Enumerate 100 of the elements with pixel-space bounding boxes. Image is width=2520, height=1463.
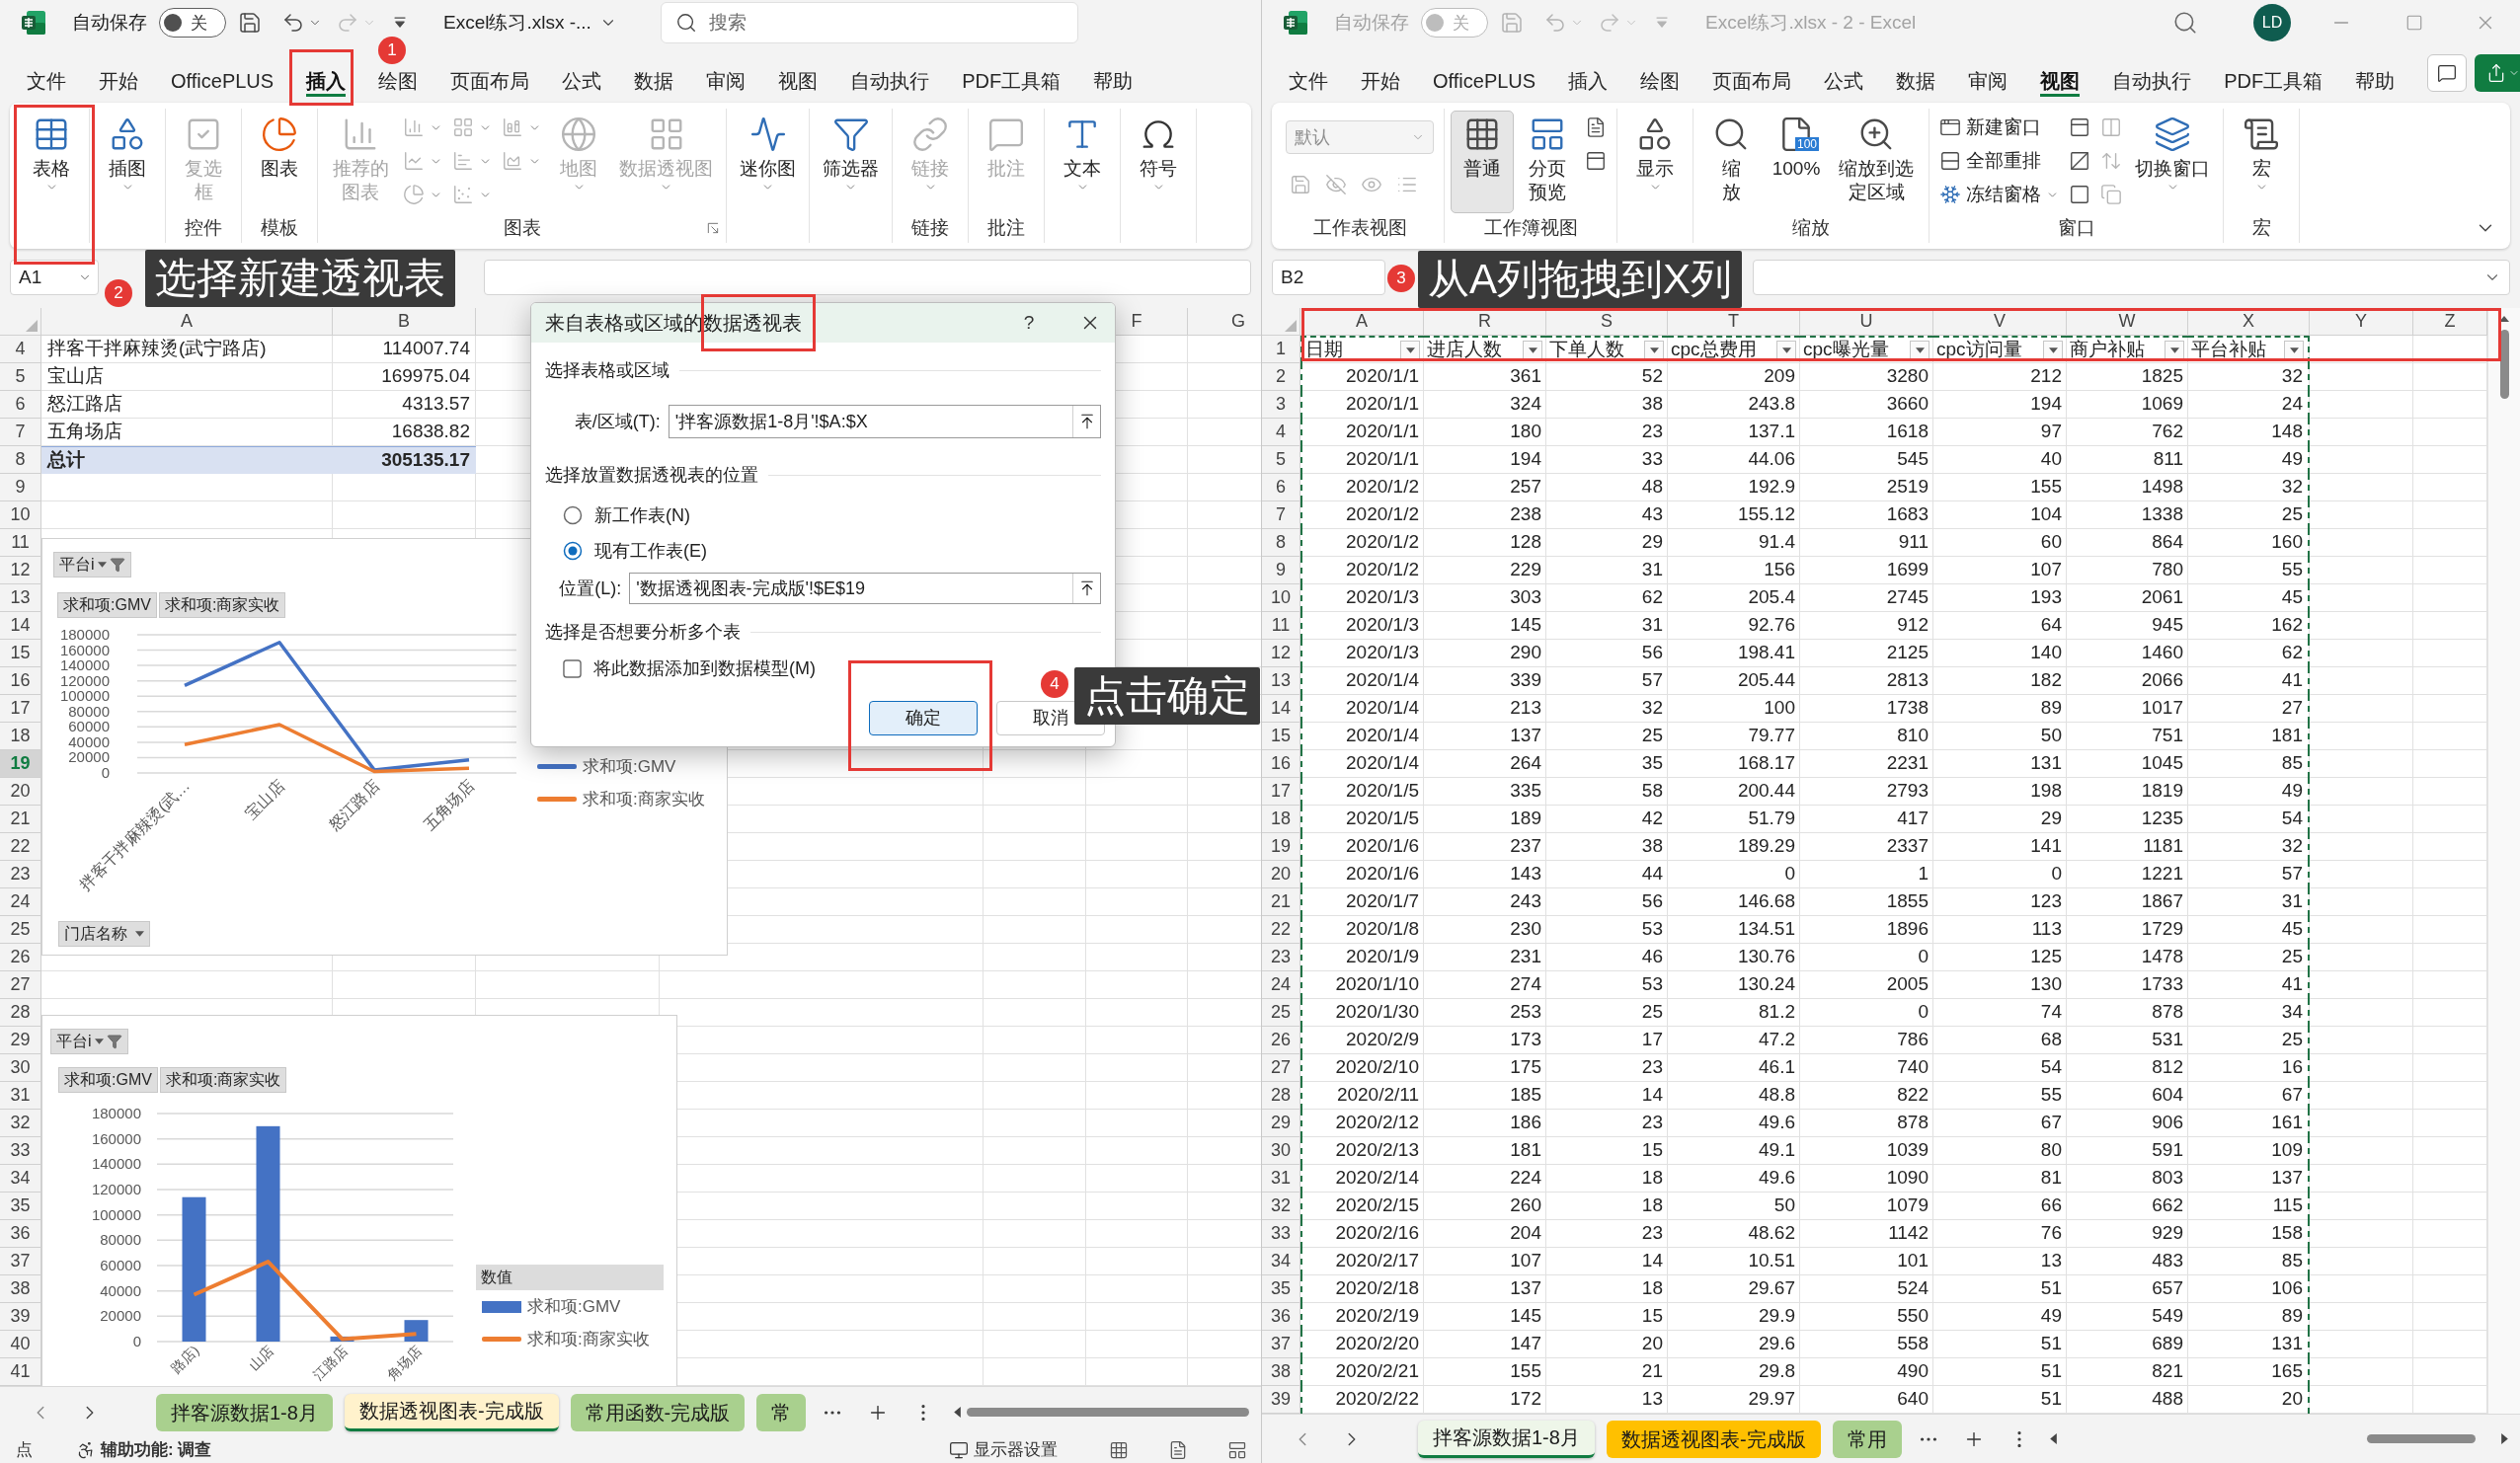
field-button[interactable]: 求和项:GMV (57, 592, 157, 618)
filter-button[interactable] (1644, 340, 1664, 360)
share-button[interactable] (2475, 54, 2520, 92)
menu-tab[interactable]: 文件 (27, 67, 66, 97)
row-header[interactable]: 33 (0, 1137, 41, 1165)
row-header[interactable]: 11 (1262, 612, 1300, 640)
row-header[interactable]: 13 (0, 584, 41, 612)
row-header[interactable]: 38 (0, 1275, 41, 1303)
scroll-up-triangle-icon[interactable] (2499, 316, 2509, 322)
menu-tab[interactable]: PDF工具箱 (962, 67, 1062, 97)
filter-button[interactable] (2284, 340, 2304, 360)
ribbon-button[interactable]: 符号 (1127, 111, 1190, 198)
ribbon-button[interactable]: 文本 (1051, 111, 1114, 198)
row-header[interactable]: 33 (1262, 1220, 1300, 1248)
ribbon-button[interactable]: 冻结窗格 (1935, 178, 2063, 211)
row-header[interactable]: 31 (0, 1082, 41, 1110)
filter-button[interactable] (2043, 340, 2063, 360)
ribbon-button[interactable]: 切换窗口 (2128, 111, 2217, 198)
sheet-tab[interactable]: 拌客源数据1-8月 (156, 1393, 333, 1431)
filter-button[interactable] (1523, 340, 1542, 360)
row-header[interactable]: 35 (0, 1193, 41, 1220)
horizontal-scrollbar[interactable] (2049, 1430, 2508, 1447)
sheet-tab[interactable]: 拌客源数据1-8月 (1418, 1420, 1595, 1458)
row-header[interactable]: 15 (0, 640, 41, 667)
ribbon-button[interactable]: 图表 (248, 111, 311, 186)
row-header[interactable]: 32 (0, 1110, 41, 1137)
sheet-tab[interactable]: 数据透视图表-完成版 (344, 1393, 559, 1431)
ribbon-button[interactable]: 全部重排 (1935, 144, 2063, 178)
row-header[interactable]: 11 (0, 529, 41, 557)
ribbon-button[interactable]: 插图 (96, 111, 159, 198)
page-icon[interactable] (1168, 1440, 1188, 1460)
menu-tab[interactable]: 视图 (2040, 67, 2081, 97)
grid-icon[interactable] (1109, 1440, 1129, 1460)
scrollbar-thumb[interactable] (2499, 330, 2509, 399)
row-header[interactable]: 2 (1262, 363, 1300, 391)
menu-tab[interactable]: 公式 (1824, 67, 1864, 97)
search-field[interactable]: 搜索 (660, 2, 1078, 43)
row-header[interactable]: 14 (0, 612, 41, 640)
row-header[interactable]: 9 (0, 474, 41, 501)
row-header[interactable]: 36 (0, 1220, 41, 1248)
row-header[interactable]: 26 (1262, 1027, 1300, 1054)
range-input[interactable]: '数据透视图表-完成版'!$E$19 (629, 573, 1101, 604)
row-header[interactable]: 21 (1262, 888, 1300, 916)
row-header[interactable]: 30 (1262, 1137, 1300, 1165)
ok-button[interactable]: 确定 (869, 701, 978, 735)
row-header[interactable]: 24 (1262, 971, 1300, 999)
row-header[interactable]: 27 (1262, 1054, 1300, 1082)
row-header[interactable]: 17 (0, 695, 41, 723)
row-header[interactable]: 12 (0, 557, 41, 584)
horizontal-scrollbar[interactable] (954, 1404, 1249, 1421)
row-header[interactable]: 10 (0, 501, 41, 529)
row-header[interactable]: 14 (1262, 695, 1300, 723)
row-header[interactable]: 24 (0, 888, 41, 916)
scroll-left-triangle-icon[interactable] (954, 1407, 962, 1418)
row-header[interactable]: 28 (1262, 1082, 1300, 1110)
menu-tab[interactable]: 插入 (1568, 67, 1609, 97)
row-header[interactable]: 19 (0, 750, 41, 778)
ribbon-button[interactable]: 分页预览 (1516, 111, 1579, 209)
menu-tab[interactable]: 开始 (99, 67, 138, 97)
row-header[interactable]: 16 (1262, 750, 1300, 778)
sheet-tab[interactable]: 常 (756, 1393, 807, 1431)
row-header[interactable]: 3 (1262, 391, 1300, 419)
row-header[interactable]: 39 (1262, 1386, 1300, 1414)
row-header[interactable]: 29 (1262, 1110, 1300, 1137)
menu-tab[interactable]: 绘图 (1640, 67, 1681, 97)
row-header[interactable]: 6 (1262, 474, 1300, 501)
formula-input[interactable] (1753, 260, 2510, 295)
row-header[interactable]: 5 (0, 363, 41, 391)
row-header[interactable]: 7 (1262, 501, 1300, 529)
row-header[interactable]: 22 (1262, 916, 1300, 944)
field-button[interactable]: 求和项:商家实收 (158, 592, 286, 618)
row-header[interactable]: 31 (1262, 1165, 1300, 1193)
row-header[interactable]: 27 (0, 971, 41, 999)
radio-option[interactable]: 现有工作表(E) (563, 539, 707, 563)
row-header[interactable]: 34 (1262, 1248, 1300, 1275)
ribbon-button[interactable]: 100 100% (1765, 111, 1828, 186)
sheet-tab[interactable]: 常用 (1832, 1420, 1902, 1458)
menu-tab[interactable]: 视图 (778, 67, 819, 97)
ribbon-button[interactable]: 缩放 (1699, 111, 1763, 209)
checkbox-option[interactable]: 将此数据添加到数据模型(M) (563, 656, 816, 680)
menu-tab[interactable]: 自动执行 (850, 67, 930, 97)
row-header[interactable]: 9 (1262, 557, 1300, 584)
row-header[interactable]: 25 (1262, 999, 1300, 1027)
ribbon-button[interactable]: 迷你图 (733, 111, 803, 198)
row-header[interactable]: 23 (1262, 944, 1300, 971)
layout-icon[interactable] (1227, 1440, 1247, 1460)
row-header[interactable]: 19 (1262, 833, 1300, 861)
menu-tab[interactable]: 绘图 (378, 67, 419, 97)
row-header[interactable]: 10 (1262, 584, 1300, 612)
undo-icon[interactable] (281, 11, 305, 35)
radio-option[interactable]: 新工作表(N) (563, 503, 690, 527)
row-header[interactable]: 13 (1262, 667, 1300, 695)
row-header[interactable]: 40 (0, 1331, 41, 1358)
user-avatar[interactable]: LD (2253, 4, 2291, 41)
menu-tab[interactable]: 公式 (562, 67, 602, 97)
row-header[interactable]: 23 (0, 861, 41, 888)
accessibility-status[interactable]: 辅助功能: 调查 (101, 1437, 212, 1463)
ribbon-button[interactable]: 表格 (20, 111, 83, 198)
row-header[interactable]: 5 (1262, 446, 1300, 474)
row-header[interactable]: 1 (1262, 336, 1300, 363)
